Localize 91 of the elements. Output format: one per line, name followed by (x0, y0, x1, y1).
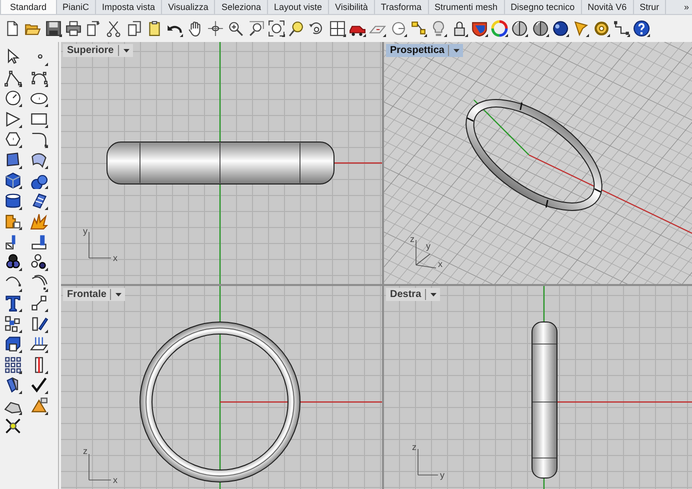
box-icon[interactable] (4, 171, 22, 189)
cylinder-icon[interactable] (4, 192, 22, 210)
caret-icon[interactable] (122, 46, 131, 55)
sphere-icon[interactable] (532, 20, 549, 36)
axis-label: y (83, 226, 88, 236)
connector-icon[interactable] (612, 20, 630, 36)
toolbar-tab[interactable]: PianiC (56, 0, 96, 14)
arc-icon[interactable] (4, 274, 22, 292)
print-icon[interactable] (64, 20, 82, 36)
circles-icon[interactable] (4, 253, 22, 271)
align-icon[interactable] (30, 314, 48, 332)
toolbar-tab[interactable]: Strur (634, 0, 666, 14)
axis-label: x (438, 259, 442, 269)
toolbar-tab[interactable]: Trasforma (374, 0, 429, 14)
puzzle-icon[interactable] (4, 212, 22, 230)
text-icon[interactable] (4, 294, 22, 312)
axis-indicator-icon (88, 232, 112, 258)
polygon-icon[interactable] (4, 110, 22, 128)
solid-icon[interactable] (4, 335, 22, 353)
offset-curve-icon[interactable] (30, 274, 48, 292)
axis-indicator-icon (88, 454, 112, 480)
toolbar-tab[interactable]: Visibilità (329, 0, 375, 14)
axis-label: z (412, 442, 416, 452)
panel-icon[interactable] (30, 192, 48, 210)
lightbulb-icon[interactable] (430, 20, 448, 36)
toolbar-tab[interactable]: Layout viste (268, 0, 329, 14)
viewport-title: Frontale (67, 289, 112, 300)
more-tabs-button[interactable]: » (680, 0, 692, 14)
cut-icon[interactable] (105, 20, 122, 36)
fillet-curve-icon[interactable] (30, 130, 48, 148)
zoom-extents-icon[interactable] (268, 20, 285, 36)
viewport[interactable]: Superiore y x (61, 42, 382, 284)
join-icon[interactable] (30, 232, 48, 250)
viewport[interactable]: Prospettica z y x (384, 42, 692, 284)
sphere-icon[interactable] (511, 20, 528, 36)
pyramid-icon[interactable] (30, 396, 48, 414)
viewport[interactable]: Frontale z x (61, 286, 382, 489)
axis-label: x (113, 253, 118, 263)
surface-icon[interactable] (4, 150, 22, 168)
circle-icon[interactable] (4, 89, 22, 107)
axis-indicator-icon (418, 448, 438, 476)
copy-icon[interactable] (126, 20, 143, 36)
help-icon[interactable] (633, 20, 650, 36)
toolbar-tab[interactable]: Standard (0, 0, 57, 14)
grid-array-icon[interactable] (4, 356, 22, 374)
shield-icon[interactable] (470, 20, 488, 36)
surface-arrows-icon[interactable] (30, 335, 48, 353)
four-viewports-icon[interactable] (328, 20, 346, 36)
curved-surface-icon[interactable] (30, 150, 48, 168)
viewport-title: Superiore (67, 45, 119, 56)
axis-label: y (426, 241, 430, 251)
nodes-icon[interactable] (410, 20, 427, 36)
array-icon[interactable] (4, 314, 22, 332)
polyline-icon[interactable] (4, 68, 22, 86)
toolbar-tab[interactable]: Imposta vista (96, 0, 162, 14)
viewport-title: Prospettica (390, 45, 450, 56)
save-icon[interactable] (44, 20, 62, 36)
toolbar-tab[interactable]: Disegno tecnico (504, 0, 582, 14)
axis-label: y (440, 470, 444, 480)
transform-arrows-icon[interactable] (4, 417, 22, 435)
viewport-title-tab[interactable]: Destra (386, 288, 440, 301)
axis-label: z (83, 446, 88, 456)
dots-icon[interactable] (30, 253, 48, 271)
new-file-icon[interactable] (4, 20, 21, 36)
toolbar-tab[interactable]: Novità V6 (582, 0, 634, 14)
caret-icon[interactable] (452, 46, 462, 55)
viewport-title-tab[interactable]: Frontale (63, 288, 126, 301)
viewport-title-tab[interactable]: Superiore (63, 44, 133, 57)
toolbar-tab[interactable]: Visualizza (162, 0, 216, 14)
zoom-window-icon[interactable] (248, 20, 265, 36)
toolbar-tab[interactable]: Seleziona (215, 0, 268, 14)
scale-icon[interactable] (30, 294, 48, 312)
color-wheel-icon[interactable] (491, 20, 508, 36)
sphere-icon[interactable] (552, 20, 570, 36)
y-axis-line (474, 100, 530, 156)
axis-label: x (113, 475, 118, 485)
zoom-icon[interactable] (227, 20, 244, 36)
viewport-title-tab[interactable]: Prospettica (386, 44, 464, 57)
document-icon[interactable] (85, 20, 102, 36)
extrude-icon[interactable] (4, 376, 22, 394)
viewport-title: Destra (390, 289, 426, 300)
axis-indicator-icon (416, 240, 436, 268)
zoom-selected-icon[interactable] (288, 20, 306, 36)
checkmark-icon[interactable] (30, 376, 48, 394)
caret-icon[interactable] (429, 290, 438, 299)
caret-icon[interactable] (114, 290, 124, 299)
explosion-icon[interactable] (30, 212, 48, 230)
viewport[interactable]: Destra z y (384, 286, 692, 489)
hexagon-icon[interactable] (4, 130, 22, 148)
toolbar-tab[interactable]: Strumenti mesh (428, 0, 505, 14)
axis-label: z (410, 234, 414, 244)
